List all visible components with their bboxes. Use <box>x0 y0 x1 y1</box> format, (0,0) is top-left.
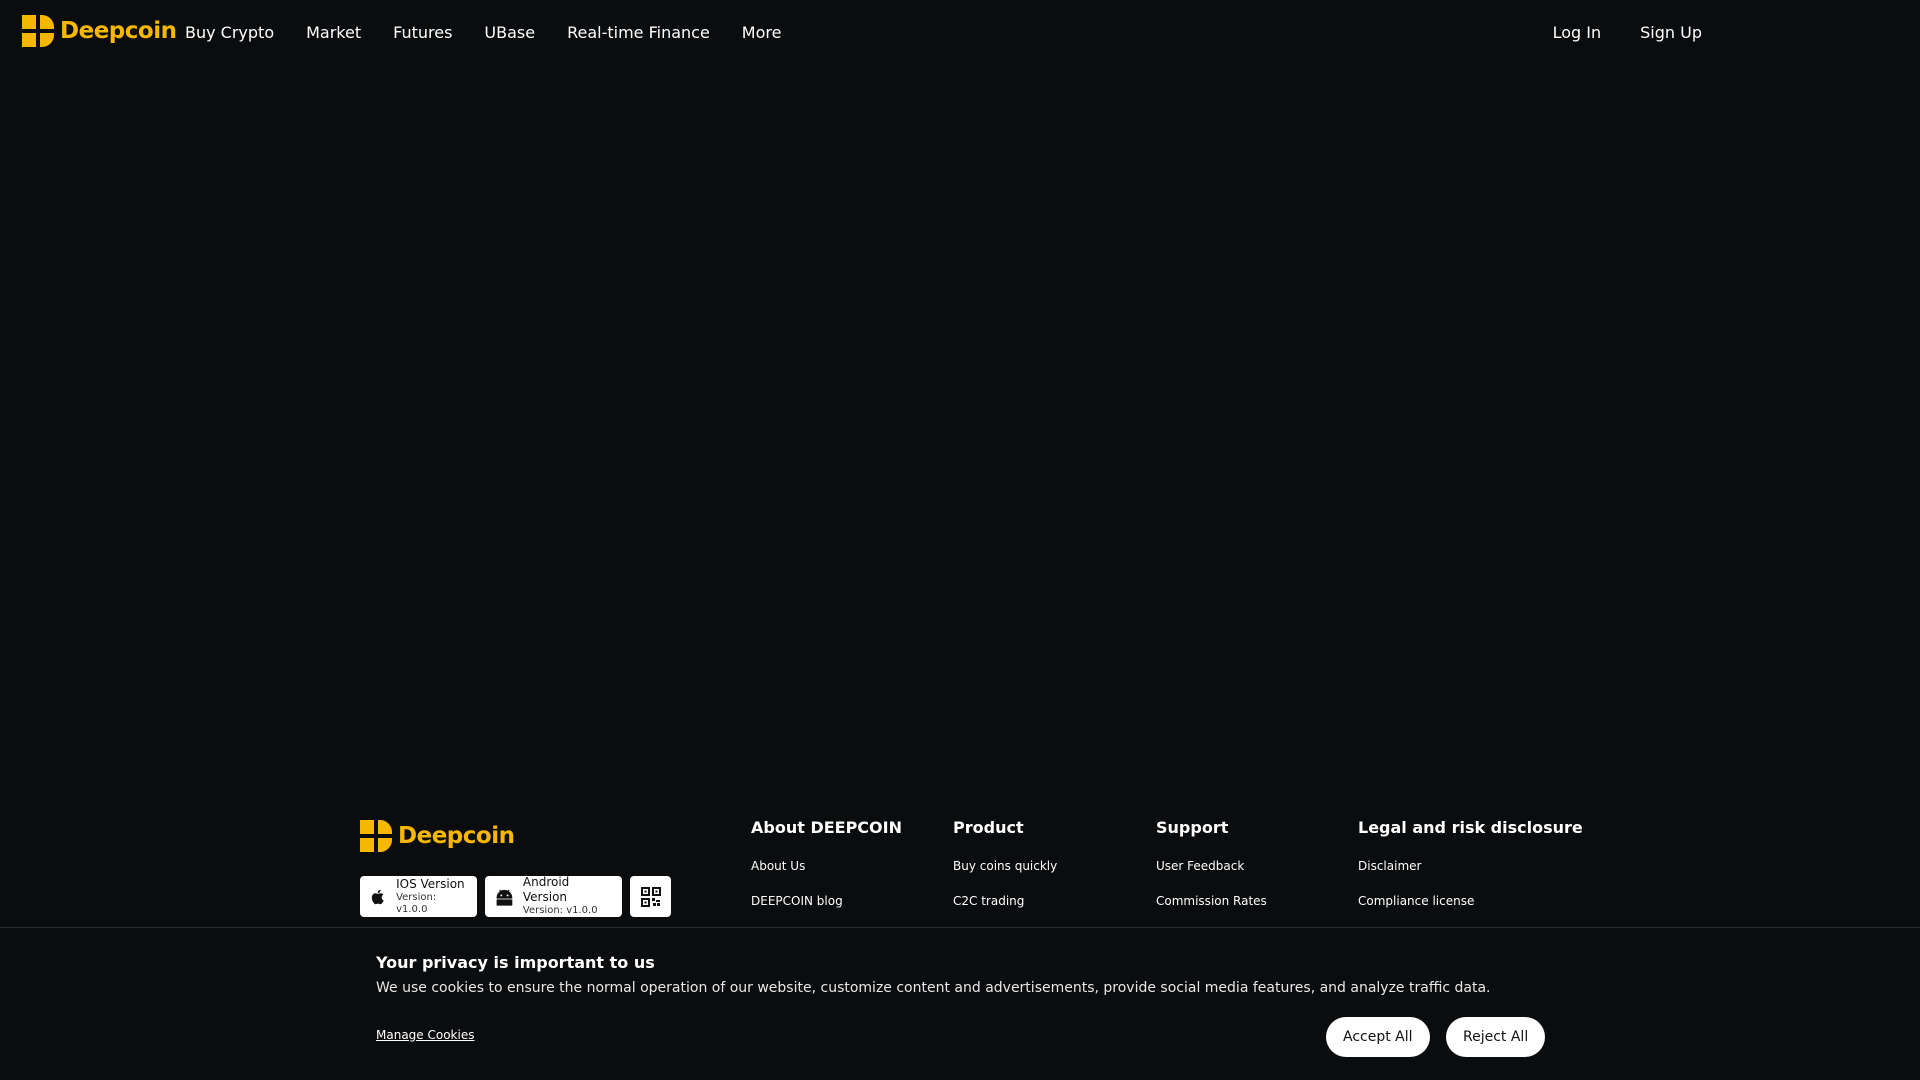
nav-buy-crypto[interactable]: Buy Crypto <box>185 23 274 42</box>
android-download-button[interactable]: Android Version Version: v1.0.0 <box>485 875 622 917</box>
footer-heading-legal: Legal and risk disclosure <box>1358 818 1583 837</box>
footer-col-legal: Legal and risk disclosure Disclaimer Com… <box>1358 818 1583 929</box>
nav-ubase[interactable]: UBase <box>484 23 535 42</box>
footer-brand-logo[interactable]: Deepcoin <box>360 820 515 852</box>
deepcoin-logo-icon <box>22 15 54 47</box>
footer-link-c2c[interactable]: C2C trading <box>953 894 1057 929</box>
footer-heading-about: About DEEPCOIN <box>751 818 902 837</box>
auth-links: Log In Sign Up <box>1514 0 1702 64</box>
footer-col-about: About DEEPCOIN About Us DEEPCOIN blog <box>751 818 902 929</box>
reject-all-button[interactable]: Reject All <box>1446 1017 1546 1057</box>
accept-all-button[interactable]: Accept All <box>1326 1017 1430 1057</box>
android-version: Version: v1.0.0 <box>522 905 598 917</box>
brand-name: Deepcoin <box>60 18 177 44</box>
apple-icon <box>371 889 384 904</box>
qr-code-button[interactable] <box>630 876 671 917</box>
cookie-title: Your privacy is important to us <box>376 953 655 972</box>
nav-more[interactable]: More <box>742 23 782 42</box>
footer-col-product: Product Buy coins quickly C2C trading <box>953 818 1057 929</box>
nav-market[interactable]: Market <box>306 23 361 42</box>
footer-link-buy-coins[interactable]: Buy coins quickly <box>953 859 1057 894</box>
qr-code-icon <box>640 886 661 907</box>
cookie-banner: Your privacy is important to us We use c… <box>0 927 1920 1080</box>
footer-link-commission[interactable]: Commission Rates <box>1156 894 1267 929</box>
login-link[interactable]: Log In <box>1553 23 1602 42</box>
signup-link[interactable]: Sign Up <box>1640 23 1702 42</box>
footer-link-feedback[interactable]: User Feedback <box>1156 859 1267 894</box>
footer-link-blog[interactable]: DEEPCOIN blog <box>751 894 902 929</box>
android-icon <box>496 889 513 906</box>
nav-futures[interactable]: Futures <box>393 23 452 42</box>
footer-heading-support: Support <box>1156 818 1229 837</box>
footer-brand-name: Deepcoin <box>398 823 515 849</box>
manage-cookies-link[interactable]: Manage Cookies <box>376 1028 474 1042</box>
footer-link-disclaimer[interactable]: Disclaimer <box>1358 859 1583 894</box>
ios-download-button[interactable]: IOS Version Version: v1.0.0 <box>360 876 477 917</box>
footer-link-compliance[interactable]: Compliance license <box>1358 894 1583 929</box>
top-navbar: Deepcoin Buy Crypto Market Futures UBase… <box>0 0 1920 64</box>
main-nav: Buy Crypto Market Futures UBase Real-tim… <box>185 0 813 64</box>
ios-version: Version: v1.0.0 <box>396 891 437 916</box>
footer-col-support: Support User Feedback Commission Rates <box>1156 818 1267 929</box>
nav-real-time-finance[interactable]: Real-time Finance <box>567 23 710 42</box>
app-downloads: IOS Version Version: v1.0.0 Android Vers… <box>360 875 671 917</box>
ios-title: IOS Version <box>396 876 465 891</box>
footer-heading-product: Product <box>953 818 1024 837</box>
cookie-description: We use cookies to ensure the normal oper… <box>376 980 1491 996</box>
footer-link-about-us[interactable]: About Us <box>751 859 902 894</box>
deepcoin-logo-icon <box>360 820 392 852</box>
brand-logo[interactable]: Deepcoin <box>22 15 177 47</box>
android-title: Android Version <box>522 875 570 905</box>
